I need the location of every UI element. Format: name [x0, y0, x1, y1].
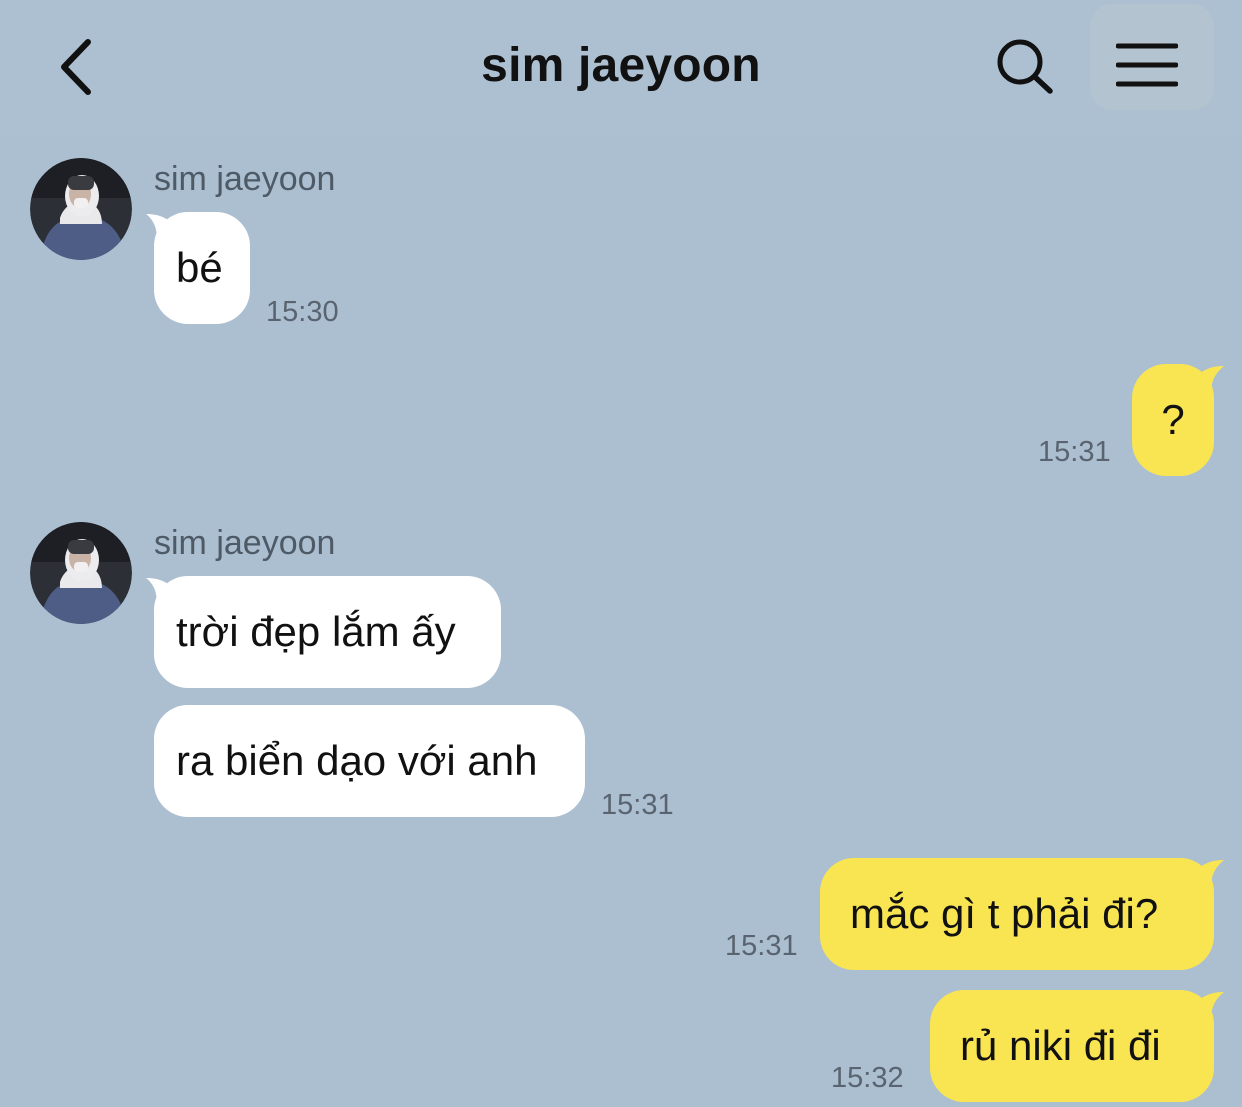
message-text: trời đẹp lắm ấy [176, 608, 456, 655]
bubble-tail [1196, 366, 1224, 394]
avatar[interactable] [30, 522, 132, 624]
message-timestamp: 15:31 [725, 930, 798, 962]
message-text: mắc gì t phải đi? [850, 890, 1159, 937]
bubble-tail [1196, 860, 1224, 888]
message-text: ra biển dạo với anh [176, 737, 538, 784]
sender-name: sim jaeyoon [154, 160, 336, 198]
message-bubble[interactable]: rủ niki đi đi [930, 990, 1214, 1102]
menu-button[interactable] [1090, 4, 1214, 110]
message-timestamp: 15:30 [266, 296, 339, 328]
bubble-tail [1196, 992, 1224, 1020]
message-timestamp: 15:31 [1038, 436, 1111, 468]
chat-header: sim jaeyoon [0, 0, 1242, 135]
message-bubble[interactable]: ra biển dạo với anh [154, 705, 585, 817]
message-bubble[interactable]: bé [154, 212, 250, 324]
chat-title[interactable]: sim jaeyoon [481, 39, 761, 92]
message-text: rủ niki đi đi [960, 1022, 1161, 1069]
message-bubble[interactable]: trời đẹp lắm ấy [154, 576, 501, 688]
search-button[interactable] [990, 30, 1060, 100]
search-icon [997, 39, 1053, 94]
avatar[interactable] [30, 158, 132, 260]
message-text: bé [176, 244, 223, 291]
profile-photo-icon [30, 522, 132, 624]
message-bubble[interactable]: mắc gì t phải đi? [820, 858, 1214, 970]
message-timestamp: 15:31 [601, 789, 674, 821]
back-button[interactable] [52, 32, 112, 102]
message-timestamp: 15:32 [831, 1062, 904, 1094]
message-text: ? [1161, 396, 1185, 443]
hamburger-menu-icon [1116, 43, 1178, 87]
profile-photo-icon [30, 158, 132, 260]
chevron-left-icon [61, 39, 91, 95]
sender-name: sim jaeyoon [154, 524, 336, 562]
